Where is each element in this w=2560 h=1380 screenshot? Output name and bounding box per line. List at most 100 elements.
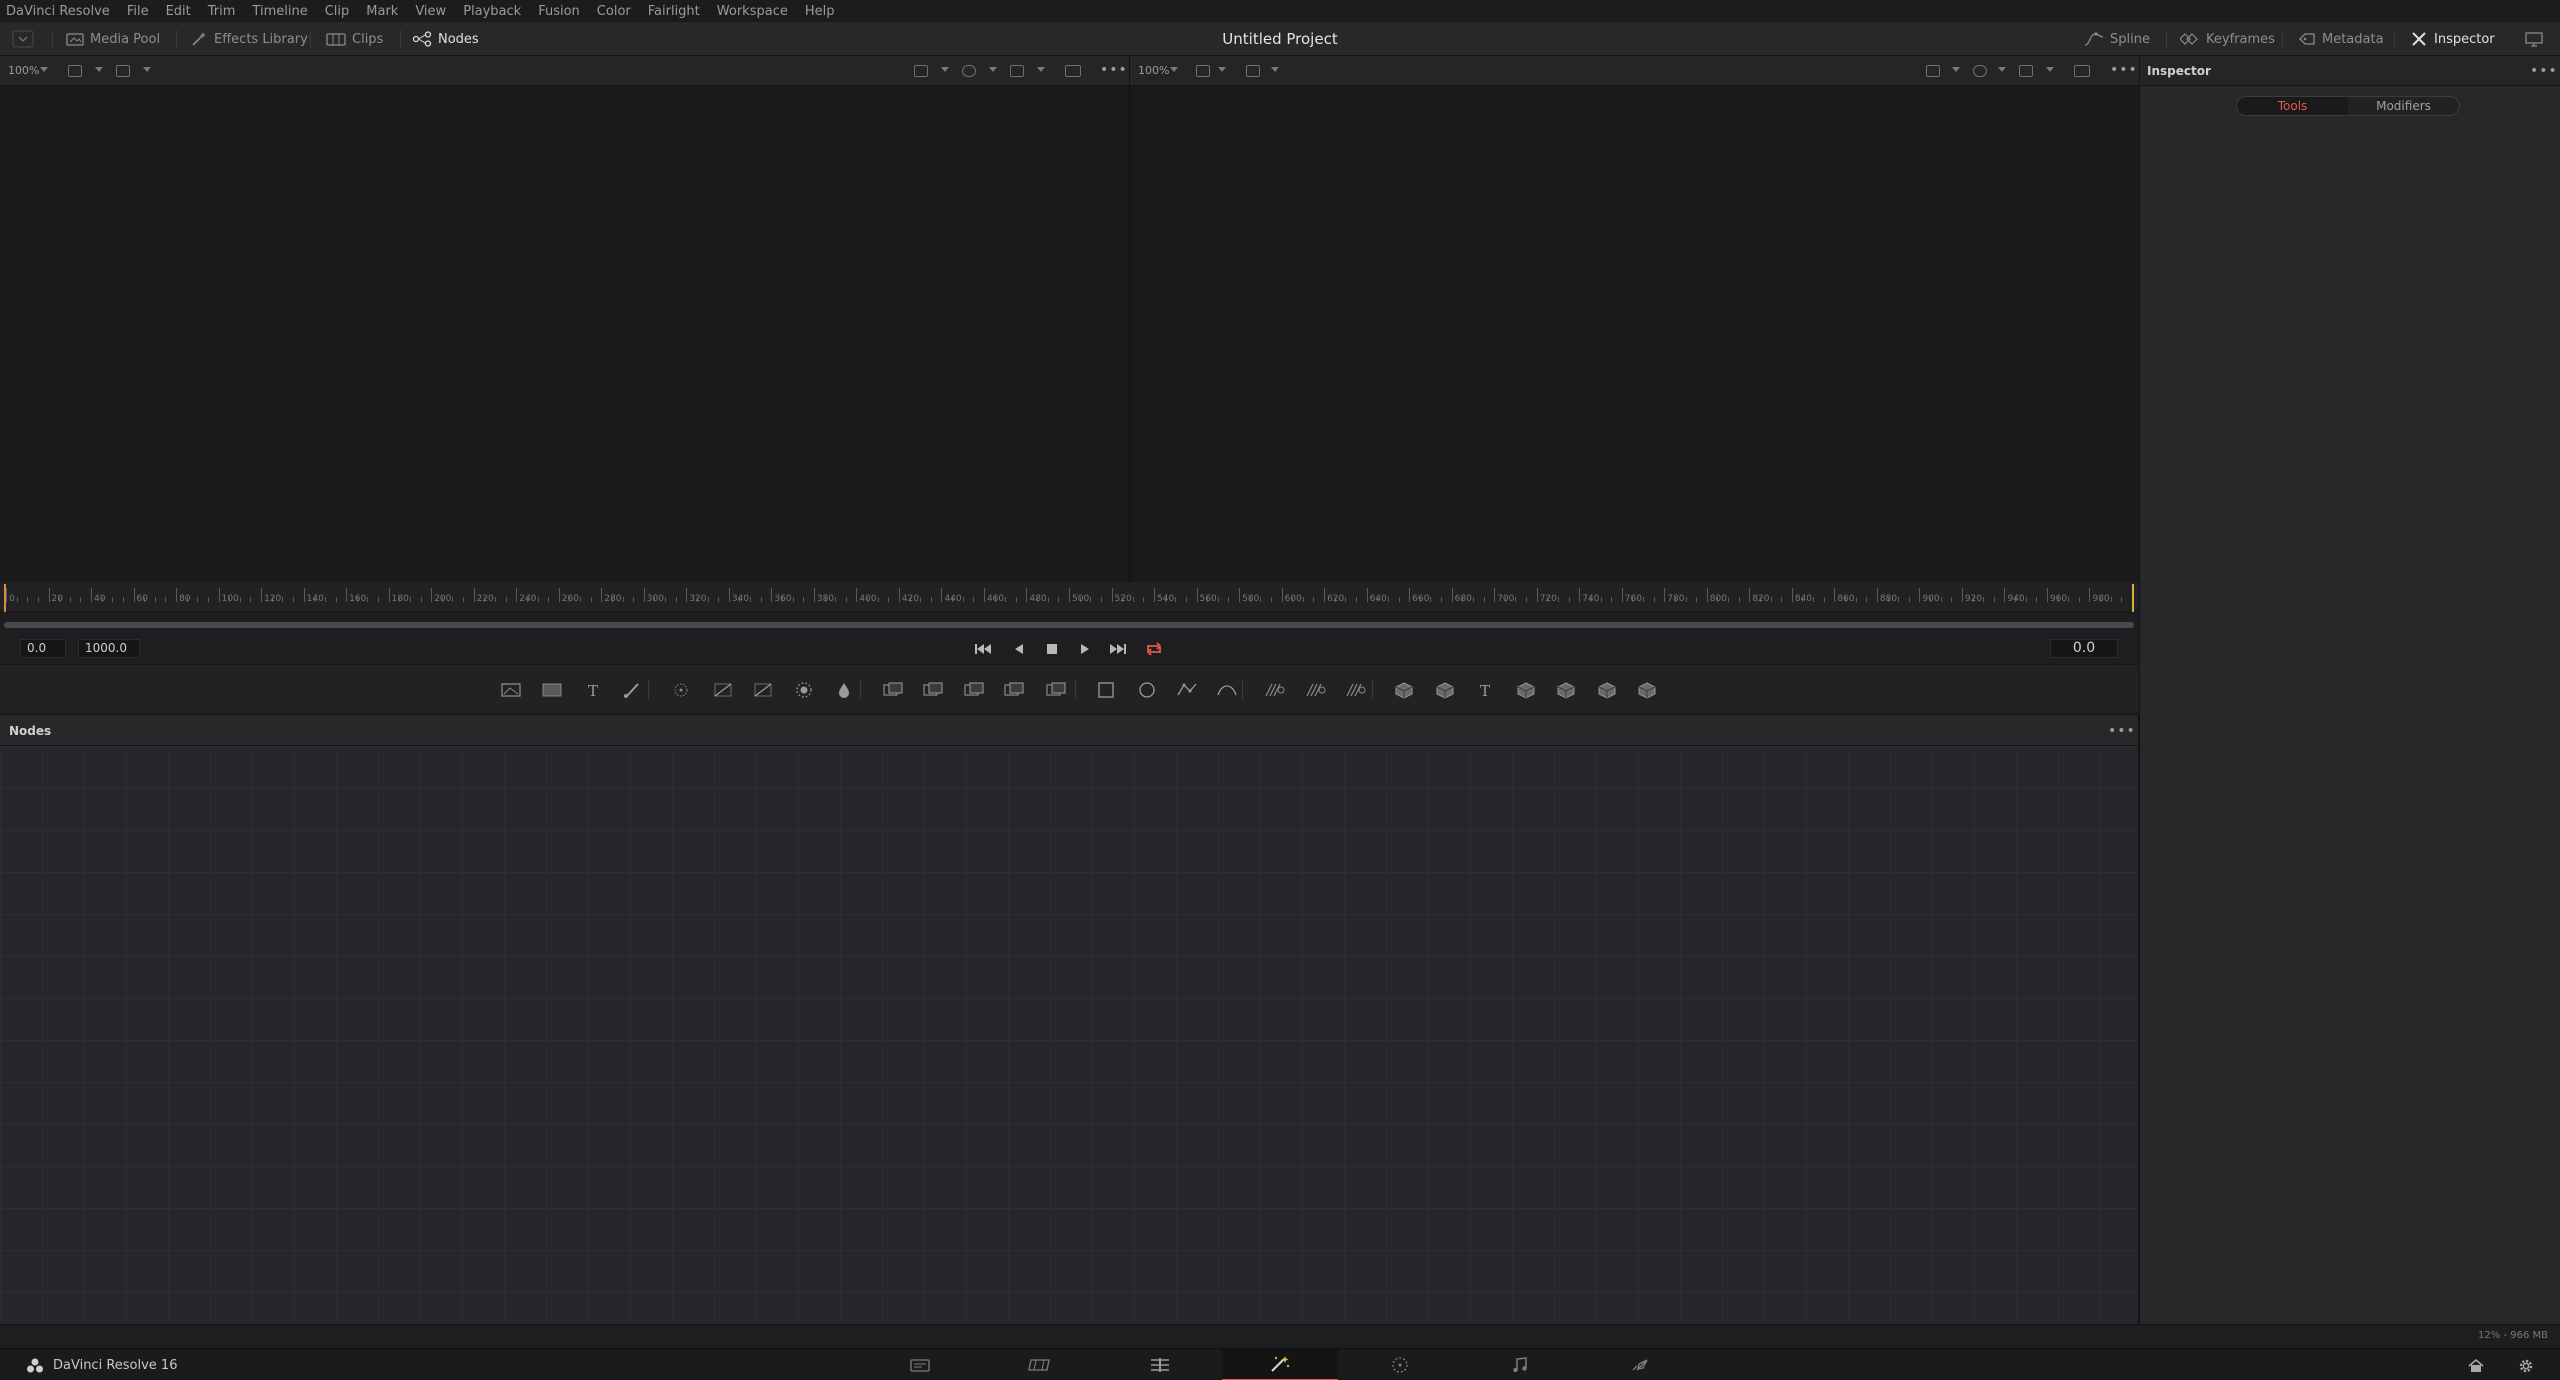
color-channel-icon[interactable] xyxy=(962,65,976,77)
background-tool-icon[interactable] xyxy=(500,681,522,699)
time-range-scrollbar[interactable] xyxy=(4,622,2134,628)
camera3d-tool-icon[interactable] xyxy=(1515,681,1537,699)
channel-booleans-tool-icon[interactable] xyxy=(922,681,944,699)
workspace-toggle-button[interactable] xyxy=(12,22,40,56)
display-mode-icon[interactable] xyxy=(1246,65,1260,77)
more-options-icon[interactable]: ••• xyxy=(2108,723,2136,739)
image-plane3d-tool-icon[interactable] xyxy=(1636,681,1658,699)
effects-library-button[interactable]: Effects Library xyxy=(190,22,308,56)
display-mode-icon[interactable] xyxy=(116,65,130,77)
layout-icon[interactable] xyxy=(1196,65,1210,77)
page-color-button[interactable] xyxy=(1342,1349,1458,1380)
viewer-right[interactable] xyxy=(1130,86,2139,582)
more-options-icon[interactable]: ••• xyxy=(2530,63,2558,79)
keyframes-button[interactable]: Keyframes xyxy=(2180,22,2275,56)
menu-fusion[interactable]: Fusion xyxy=(538,4,580,19)
chevron-down-icon[interactable] xyxy=(941,67,949,72)
menu-file[interactable]: File xyxy=(127,4,149,19)
camera-tracker-icon[interactable] xyxy=(1345,681,1367,699)
resize-tool-icon[interactable] xyxy=(1045,681,1067,699)
jump-to-end-button[interactable] xyxy=(1109,641,1127,657)
menu-workspace[interactable]: Workspace xyxy=(717,4,788,19)
page-fairlight-button[interactable] xyxy=(1462,1349,1578,1380)
metadata-button[interactable]: Metadata xyxy=(2298,22,2384,56)
viewer-right-zoom[interactable]: 100% xyxy=(1138,64,1169,77)
viewer-left[interactable] xyxy=(0,86,1129,582)
chevron-down-icon[interactable] xyxy=(1218,67,1226,72)
spline-button[interactable]: Spline xyxy=(2084,22,2150,56)
node-editor-canvas[interactable] xyxy=(0,746,2138,1324)
chevron-down-icon[interactable] xyxy=(1271,67,1279,72)
particles-tool-icon[interactable] xyxy=(670,681,692,699)
grid-icon[interactable] xyxy=(2019,65,2033,77)
ellipse-mask-icon[interactable] xyxy=(1136,681,1158,699)
chevron-down-icon[interactable] xyxy=(1998,67,2006,72)
jump-to-start-button[interactable] xyxy=(974,641,992,657)
clips-button[interactable]: Clips xyxy=(326,22,383,56)
transform-tool-icon[interactable] xyxy=(1003,681,1025,699)
chevron-down-icon[interactable] xyxy=(2046,67,2054,72)
light3d-tool-icon[interactable] xyxy=(1596,681,1618,699)
inspector-button[interactable]: Inspector xyxy=(2410,22,2495,56)
chevron-down-icon[interactable] xyxy=(40,67,48,72)
chevron-down-icon[interactable] xyxy=(95,67,103,72)
shape3d-tool-icon[interactable] xyxy=(1393,681,1415,699)
menu-help[interactable]: Help xyxy=(805,4,835,19)
chevron-down-icon[interactable] xyxy=(143,67,151,72)
chevron-down-icon[interactable] xyxy=(1952,67,1960,72)
bspline-mask-icon[interactable] xyxy=(1216,681,1238,699)
page-cut-button[interactable] xyxy=(982,1349,1098,1380)
chevron-down-icon[interactable] xyxy=(1037,67,1045,72)
media-pool-button[interactable]: Media Pool xyxy=(66,22,160,56)
play-button[interactable] xyxy=(1076,641,1094,657)
viewer-left-zoom[interactable]: 100% xyxy=(8,64,39,77)
color-curves-tool-icon[interactable] xyxy=(752,681,774,699)
menu-color[interactable]: Color xyxy=(597,4,631,19)
current-time-field[interactable]: 0.0 xyxy=(2050,639,2118,658)
render-end-marker[interactable] xyxy=(2132,584,2134,612)
page-edit-button[interactable] xyxy=(1102,1349,1218,1380)
paint-tool-icon[interactable] xyxy=(622,681,644,699)
fullscreen-toggle-button[interactable] xyxy=(2525,22,2549,56)
roi-icon[interactable] xyxy=(1926,65,1940,77)
page-deliver-button[interactable] xyxy=(1582,1349,1698,1380)
color-channel-icon[interactable] xyxy=(1973,65,1987,77)
menu-trim[interactable]: Trim xyxy=(208,4,236,19)
menu-edit[interactable]: Edit xyxy=(166,4,191,19)
more-options-icon[interactable]: ••• xyxy=(2110,62,2138,78)
text-tool-icon[interactable]: T xyxy=(582,681,604,699)
page-media-button[interactable] xyxy=(862,1349,978,1380)
image-tool-icon[interactable] xyxy=(541,681,563,699)
step-back-button[interactable] xyxy=(1010,641,1028,657)
settings-button[interactable] xyxy=(2518,1358,2534,1378)
global-start-field[interactable]: 0.0 xyxy=(20,639,66,658)
loop-button[interactable] xyxy=(1145,641,1163,657)
fit-icon[interactable] xyxy=(2074,65,2090,77)
menu-view[interactable]: View xyxy=(415,4,446,19)
fit-icon[interactable] xyxy=(1065,65,1081,77)
menu-playback[interactable]: Playback xyxy=(463,4,521,19)
text3d-tool-icon[interactable] xyxy=(1434,681,1456,699)
chevron-down-icon[interactable] xyxy=(989,67,997,72)
global-end-field[interactable]: 1000.0 xyxy=(78,639,140,658)
chevron-down-icon[interactable] xyxy=(1170,67,1178,72)
tracker-tool-icon[interactable] xyxy=(1264,681,1286,699)
page-fusion-button[interactable] xyxy=(1222,1349,1338,1380)
polygon-mask-icon[interactable] xyxy=(1176,681,1198,699)
renderer3d-tool-icon[interactable] xyxy=(1555,681,1577,699)
blur-tool-icon[interactable] xyxy=(833,681,855,699)
menu-timeline[interactable]: Timeline xyxy=(252,4,307,19)
roi-icon[interactable] xyxy=(914,65,928,77)
planar-tracker-icon[interactable] xyxy=(1305,681,1327,699)
merge-tool-icon[interactable] xyxy=(882,681,904,699)
tab-tools[interactable]: Tools xyxy=(2237,97,2348,115)
render-start-marker[interactable] xyxy=(4,584,6,612)
time-ruler[interactable]: 0 20 40 60 80 100 120 140 160 180 200 220 240 260 280 3… xyxy=(0,582,2138,612)
grid-icon[interactable] xyxy=(1010,65,1024,77)
menu-clip[interactable]: Clip xyxy=(325,4,350,19)
layout-icon[interactable] xyxy=(68,65,82,77)
stop-button[interactable] xyxy=(1043,641,1061,657)
menu-app[interactable]: DaVinci Resolve xyxy=(6,4,110,19)
brightness-tool-icon[interactable] xyxy=(793,681,815,699)
more-options-icon[interactable]: ••• xyxy=(1100,62,1128,78)
